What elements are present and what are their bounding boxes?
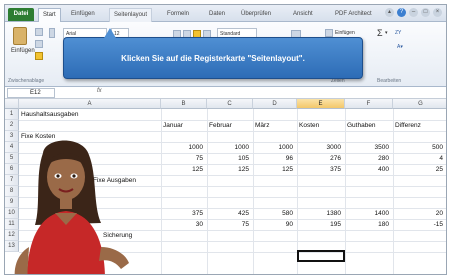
value-cell[interactable]: -15 <box>403 219 443 230</box>
value-cell[interactable]: 276 <box>301 153 341 164</box>
tutorial-tooltip: Klicken Sie auf die Registerkarte "Seite… <box>63 28 363 79</box>
cut-icon[interactable] <box>35 28 43 36</box>
value-cell[interactable]: 125 <box>163 164 203 175</box>
value-cell[interactable]: 1380 <box>301 208 341 219</box>
restore-icon[interactable]: □ <box>421 8 430 17</box>
value-cell[interactable]: 1000 <box>209 142 249 153</box>
tutorial-presenter-avatar <box>14 140 129 274</box>
value-cell[interactable]: 105 <box>209 153 249 164</box>
gridline <box>161 109 162 274</box>
value-cell[interactable]: 1400 <box>349 208 389 219</box>
tab-review[interactable]: Überprüfen <box>237 8 275 22</box>
tooltip-pointer <box>104 28 116 38</box>
value-cell[interactable]: 375 <box>301 164 341 175</box>
formula-bar: E12 fx <box>5 87 446 99</box>
header-cell[interactable]: Februar <box>209 120 232 131</box>
active-cell-outline <box>297 250 345 262</box>
column-header-b[interactable]: B <box>161 99 207 109</box>
value-cell[interactable]: 25 <box>403 164 443 175</box>
fx-icon[interactable]: fx <box>97 88 102 94</box>
value-cell[interactable]: 580 <box>253 208 293 219</box>
excel-window: Datei Start Einfügen Seitenlayout Formel… <box>4 4 447 275</box>
tab-formulas[interactable]: Formeln <box>163 8 193 22</box>
autosum-dropdown-icon[interactable]: ▾ <box>385 30 388 36</box>
editing-group-label: Bearbeiten <box>377 78 402 84</box>
value-cell[interactable]: 1000 <box>163 142 203 153</box>
column-header-g[interactable]: G <box>393 99 446 109</box>
gridline <box>207 109 208 274</box>
tab-view[interactable]: Ansicht <box>289 8 317 22</box>
row-header[interactable]: 2 <box>5 120 19 131</box>
minimize-ribbon-icon[interactable]: ▴ <box>385 8 394 17</box>
column-header-c[interactable]: C <box>207 99 253 109</box>
value-cell[interactable]: 20 <box>403 208 443 219</box>
header-cell[interactable]: Kosten <box>299 120 319 131</box>
tab-data[interactable]: Daten <box>205 8 229 22</box>
tab-file[interactable]: Datei <box>8 8 34 21</box>
tab-pdf-architect[interactable]: PDF Architect <box>331 8 376 22</box>
tab-insert[interactable]: Einfügen <box>67 8 99 22</box>
column-header-d[interactable]: D <box>253 99 297 109</box>
value-cell[interactable]: 425 <box>209 208 249 219</box>
tab-home[interactable]: Start <box>38 8 61 22</box>
value-cell[interactable]: 125 <box>253 164 293 175</box>
value-cell[interactable]: 195 <box>301 219 341 230</box>
value-cell[interactable]: 3500 <box>349 142 389 153</box>
value-cell[interactable]: 1000 <box>253 142 293 153</box>
copy-icon[interactable] <box>35 40 43 48</box>
ribbon-tab-bar: Datei Start Einfügen Seitenlayout Formel… <box>5 5 446 22</box>
value-cell[interactable]: 500 <box>403 142 443 153</box>
gridline <box>393 109 394 274</box>
insert-cells-label[interactable]: Einfügen <box>335 30 355 36</box>
value-cell[interactable]: 90 <box>253 219 293 230</box>
header-cell[interactable]: Guthaben <box>347 120 376 131</box>
value-cell[interactable]: 3000 <box>301 142 341 153</box>
header-cell[interactable]: Differenz <box>395 120 421 131</box>
name-box[interactable]: E12 <box>7 88 55 98</box>
help-icon[interactable]: ? <box>397 8 406 17</box>
value-cell[interactable]: 280 <box>349 153 389 164</box>
autosum-icon[interactable]: Σ <box>377 28 383 38</box>
find-select-icon[interactable]: A▾ <box>397 44 403 50</box>
header-cell[interactable]: März <box>255 120 269 131</box>
value-cell[interactable]: 75 <box>163 153 203 164</box>
column-header-e[interactable]: E <box>297 99 345 109</box>
font-a-icon <box>49 28 55 38</box>
clipboard-group-label: Zwischenablage <box>8 78 45 84</box>
value-cell[interactable]: 125 <box>209 164 249 175</box>
paste-button-label[interactable]: Einfügen <box>11 48 35 54</box>
value-cell[interactable]: 30 <box>163 219 203 230</box>
gridline <box>19 120 446 121</box>
tab-page-layout[interactable]: Seitenlayout <box>109 8 153 22</box>
sort-filter-icon[interactable]: ZY <box>395 30 401 36</box>
paste-icon[interactable] <box>13 27 27 45</box>
tooltip-text: Klicken Sie auf die Registerkarte "Seite… <box>121 54 305 63</box>
select-all-corner[interactable] <box>5 99 19 109</box>
value-cell[interactable]: 4 <box>403 153 443 164</box>
gridline <box>345 109 346 274</box>
value-cell[interactable]: 96 <box>253 153 293 164</box>
insert-cells-icon[interactable] <box>325 29 333 37</box>
close-icon[interactable]: × <box>433 8 442 17</box>
sheet-title-cell[interactable]: Haushaltsausgaben <box>21 109 78 120</box>
gridline <box>19 131 446 132</box>
gridline <box>253 109 254 274</box>
row-header[interactable]: 1 <box>5 109 19 120</box>
value-cell[interactable]: 400 <box>349 164 389 175</box>
column-header-a[interactable]: A <box>19 99 161 109</box>
minimize-icon[interactable]: – <box>409 8 418 17</box>
window-controls: ▴ ? – □ × <box>385 8 442 17</box>
column-header-f[interactable]: F <box>345 99 393 109</box>
header-cell[interactable]: Januar <box>163 120 183 131</box>
value-cell[interactable]: 75 <box>209 219 249 230</box>
value-cell[interactable]: 375 <box>163 208 203 219</box>
value-cell[interactable]: 180 <box>349 219 389 230</box>
format-painter-icon[interactable] <box>35 52 43 60</box>
